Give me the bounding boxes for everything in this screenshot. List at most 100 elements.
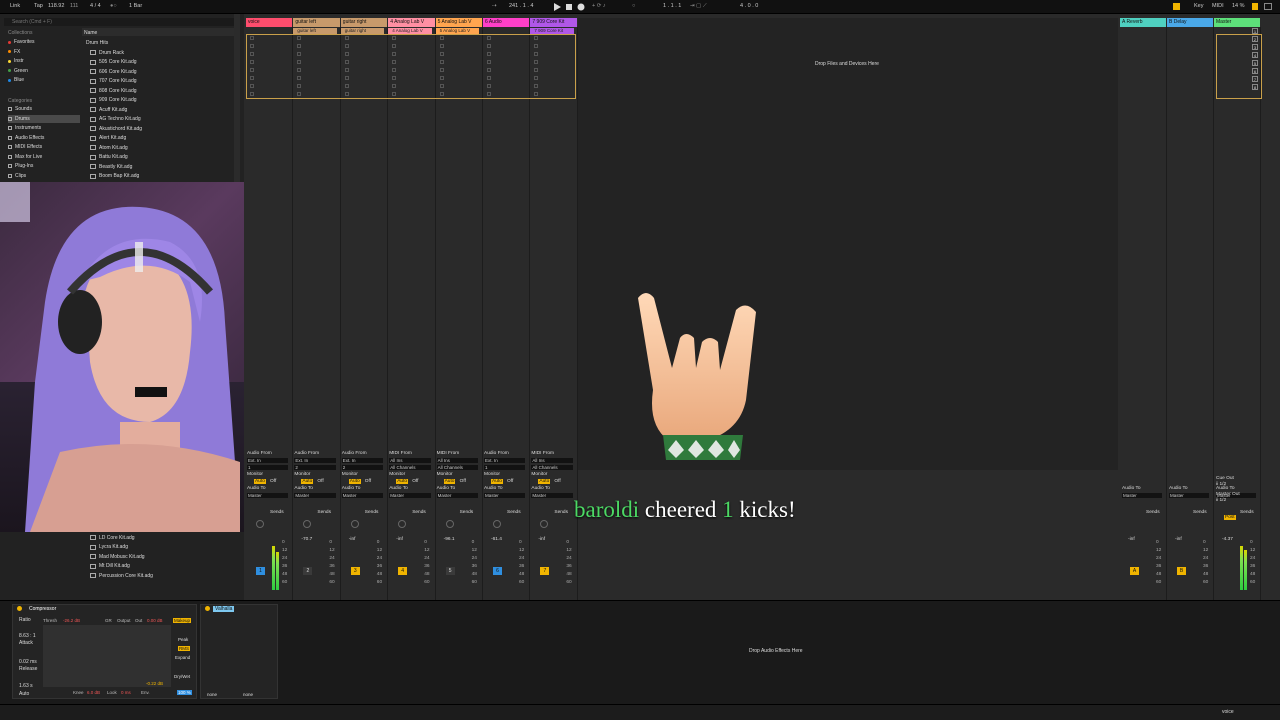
pan-knob[interactable]	[350, 520, 359, 528]
input-select[interactable]: All Ins	[436, 458, 478, 463]
track-activator-button[interactable]: 6	[493, 567, 502, 575]
collection-item[interactable]: Blue	[8, 76, 80, 84]
browser-file-item[interactable]: AG Techno Kit.adg	[90, 115, 236, 124]
track-header[interactable]: 6 Audio	[483, 18, 530, 27]
browser-file-item[interactable]: LD Core Kit.adg	[90, 533, 236, 542]
return-track-header[interactable]: B Delay	[1167, 18, 1213, 27]
input-select[interactable]: Ext. In	[247, 458, 289, 463]
volume-value[interactable]: -inf	[396, 537, 403, 542]
output-select[interactable]: Master	[247, 493, 289, 498]
channel-select[interactable]: All Channels	[389, 465, 431, 470]
track-header[interactable]: guitar left	[293, 18, 340, 27]
rms-button[interactable]: RMS	[178, 646, 190, 651]
return-activator-button[interactable]: B	[1177, 567, 1186, 575]
pan-knob[interactable]	[445, 520, 454, 528]
track-activator-button[interactable]: 5	[445, 567, 455, 575]
monitor-auto-button[interactable]: Auto	[301, 479, 314, 484]
plugin-slot-1[interactable]: none	[207, 692, 217, 697]
browser-file-item[interactable]: 505 Core Kit.adg	[90, 58, 236, 67]
track-activator-button[interactable]: 2	[303, 567, 313, 575]
browser-file-item[interactable]: Boom Bap Kit.adg	[90, 172, 236, 181]
drywet-value[interactable]: 100 %	[177, 690, 192, 695]
monitor-auto-button[interactable]: Auto	[396, 479, 409, 484]
output-select[interactable]: Master	[531, 493, 573, 498]
tempo-field[interactable]: 118.92	[48, 3, 64, 9]
track-header[interactable]: guitar right	[340, 18, 388, 27]
monitor-off-button[interactable]: Off	[317, 479, 323, 484]
device-power-icon[interactable]	[17, 606, 22, 611]
track-header[interactable]: 7 909 Core Kit	[530, 18, 577, 27]
browser-file-item[interactable]: 606 Core Kit.adg	[90, 67, 236, 76]
return-activator-button[interactable]: A	[1130, 567, 1139, 575]
monitor-off-button[interactable]: Off	[554, 479, 560, 484]
key-map-icon[interactable]	[1173, 3, 1180, 10]
post-button[interactable]: Post	[1224, 515, 1236, 520]
play-icon[interactable]	[553, 3, 561, 11]
monitor-auto-button[interactable]: Auto	[348, 479, 361, 484]
monitor-auto-button[interactable]: Auto	[538, 479, 551, 484]
input-select[interactable]: All Ins	[531, 458, 573, 463]
monitor-auto-button[interactable]: Auto	[443, 479, 456, 484]
monitor-off-button[interactable]: Off	[365, 479, 371, 484]
stop-icon[interactable]	[565, 3, 573, 11]
look-value[interactable]: 0 ms	[121, 690, 131, 695]
track-header[interactable]: 5 Analog Lab V	[435, 18, 482, 27]
tempo-nudge[interactable]: 111	[70, 3, 78, 9]
knee-value[interactable]: 6.0 dB	[87, 690, 100, 695]
track-activator-button[interactable]: 3	[350, 567, 360, 575]
track-header[interactable]: 4 Analog Lab V	[388, 18, 435, 27]
arrangement-position[interactable]: 241 . 1 . 4	[509, 3, 533, 9]
return-track-header[interactable]: Master	[1214, 18, 1260, 27]
follow-icon[interactable]: ⇢	[492, 3, 497, 9]
attack-value[interactable]: 0.02 ms	[19, 659, 37, 665]
category-item[interactable]: Instruments	[8, 124, 80, 132]
out-value[interactable]: 0.00 dB	[147, 618, 163, 623]
time-signature[interactable]: 4 / 4	[90, 3, 101, 9]
cue-out-select[interactable]: ii 1/2	[1216, 482, 1226, 487]
volume-value[interactable]: -inf	[538, 537, 545, 542]
category-item[interactable]: Audio Effects	[8, 134, 80, 142]
window-icon[interactable]	[1264, 3, 1272, 10]
capture-icon[interactable]: ○	[632, 3, 635, 9]
category-item[interactable]: Sounds	[8, 105, 80, 113]
return-track-header[interactable]: A Reverb	[1120, 18, 1166, 27]
output-select[interactable]: Master	[341, 493, 384, 498]
volume-value[interactable]: -inf	[349, 537, 356, 542]
monitor-off-button[interactable]: Off	[507, 479, 513, 484]
input-select[interactable]: All Ins	[389, 458, 431, 463]
volume-value[interactable]: -4.37	[1222, 537, 1233, 542]
record-icon[interactable]	[577, 3, 585, 11]
volume-value[interactable]: -inf	[1128, 537, 1135, 542]
automation-icons[interactable]: + ⟳ ♪	[592, 3, 606, 9]
volume-value[interactable]: -70.7	[301, 537, 312, 542]
browser-file-item[interactable]: Beastly Kit.adg	[90, 162, 236, 171]
output-toggle[interactable]: Output	[117, 618, 131, 623]
track-activator-button[interactable]: 1	[256, 567, 265, 575]
monitor-off-button[interactable]: Off	[412, 479, 418, 484]
collection-item[interactable]: FX	[8, 48, 80, 56]
monitor-auto-button[interactable]: Auto	[254, 479, 266, 484]
track-header[interactable]: voice	[246, 18, 293, 27]
transfer-curve-display[interactable]	[43, 625, 171, 687]
browser-file-item[interactable]: Mt Dill Kit.adg	[90, 562, 236, 571]
track-activator-button[interactable]: 7	[540, 567, 550, 575]
category-item[interactable]: Max for Live	[8, 153, 80, 161]
category-item[interactable]: Drums	[8, 114, 80, 123]
output-select[interactable]: Master	[484, 493, 526, 498]
channel-select[interactable]: 1	[484, 465, 526, 470]
browser-file-item[interactable]: 909 Core Kit.adg	[90, 96, 236, 105]
monitor-auto-button[interactable]: Auto	[491, 479, 503, 484]
channel-select[interactable]: All Channels	[436, 465, 478, 470]
browser-file-item[interactable]: 808 Core Kit.adg	[90, 86, 236, 95]
collection-item[interactable]: Favorites	[8, 38, 80, 46]
master-out-select[interactable]: ii 1/2	[1216, 498, 1226, 503]
browser-file-item[interactable]: Mad Mobusc Kit.adg	[90, 552, 236, 561]
output-select[interactable]: Master	[294, 493, 336, 498]
pan-knob[interactable]	[256, 520, 264, 528]
tap-button[interactable]: Tap	[34, 3, 43, 9]
output-select[interactable]: Master	[1122, 493, 1162, 498]
channel-select[interactable]: 2	[341, 465, 384, 470]
browser-file-item[interactable]: Battu Kit.adg	[90, 153, 236, 162]
channel-select[interactable]: All Channels	[531, 465, 573, 470]
metronome-icon[interactable]: ●○	[110, 3, 117, 9]
